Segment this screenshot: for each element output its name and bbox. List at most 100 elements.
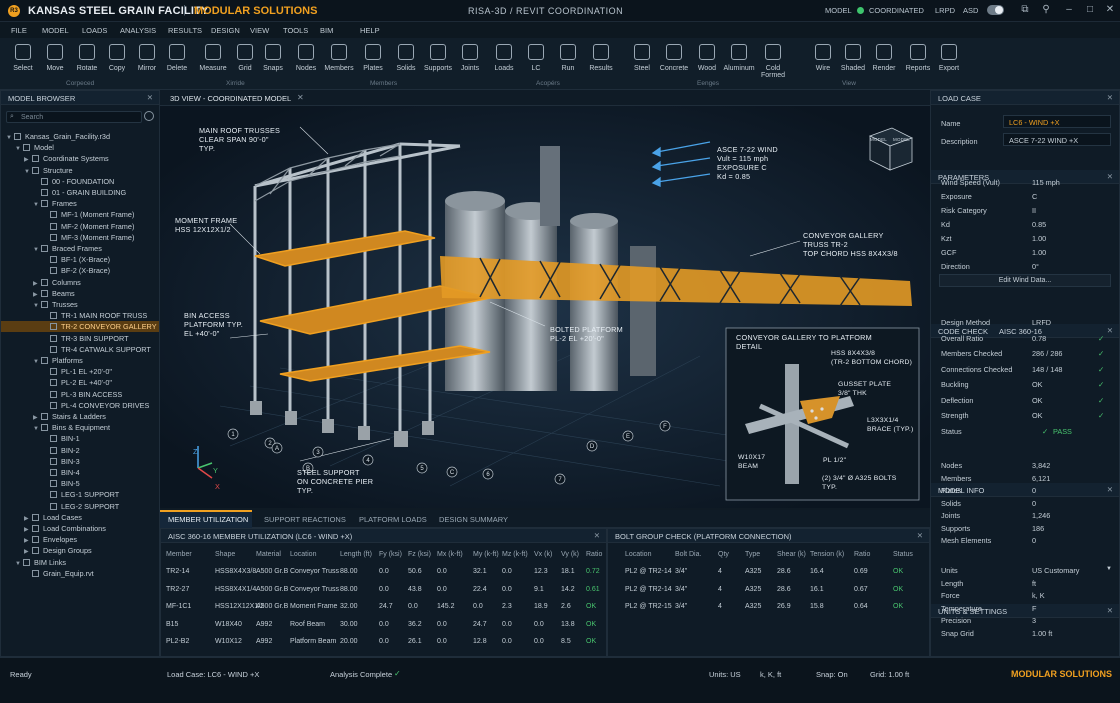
table-row[interactable]: TR2-27 HSS8X4X1/4 A500 Gr.B Conveyor Truss 8… [161,586,606,600]
tree-item[interactable]: BIN-3 [1,456,159,467]
status-grid[interactable]: Grid: 1.00 ft [870,670,909,679]
tree-item[interactable]: ▼ Platforms [1,355,159,366]
tab-platform-loads[interactable]: PLATFORM LOADS [359,515,427,524]
load-case-name-field[interactable]: LC6 - WIND +X [1003,115,1111,128]
close-icon[interactable]: ✕ [1107,485,1113,494]
tool-plates-button[interactable]: Plates [356,44,390,72]
tree-item[interactable]: ▶ Beams [1,288,159,299]
tree-item[interactable]: PL-1 EL +20'-0" [1,366,159,377]
tool-delete-button[interactable]: Delete [160,44,194,72]
table-row[interactable]: PL2 @ TR2-14 3/4" 4 A325 28.6 16.1 0.67 OK [608,586,929,600]
tool-cold-formed-button[interactable]: Cold Formed [756,44,790,79]
tree-item[interactable]: MF-2 (Moment Frame) [1,221,159,232]
load-case-description-field[interactable]: ASCE 7-22 WIND +X [1003,133,1111,146]
close-icon[interactable]: ✕ [147,93,153,102]
tree-item[interactable]: ▼ Braced Frames [1,243,159,254]
tree-item[interactable]: PL-3 BIN ACCESS [1,389,159,400]
tool-measure-button[interactable]: Measure [196,44,230,72]
tree-item[interactable]: BIN-1 [1,433,159,444]
tool-wire-button[interactable]: Wire [806,44,840,72]
tool-loads-button[interactable]: Loads [487,44,521,72]
tree-item[interactable]: ▼ Trusses [1,299,159,310]
tree-item[interactable]: ▼ Model [1,142,159,153]
tree-item[interactable]: ▶ Stairs & Ladders [1,411,159,422]
design-method-toggle[interactable] [987,5,1004,15]
tree-item[interactable]: Grain_Equip.rvt [1,568,159,579]
tree-item[interactable]: BF-2 (X-Brace) [1,265,159,276]
tool-run-button[interactable]: Run [551,44,585,72]
tree-item[interactable]: TR-1 MAIN ROOF TRUSS [1,310,159,321]
tree-item[interactable]: TR-2 CONVEYOR GALLERY [1,321,159,333]
table-row[interactable]: PL2 @ TR2-14 3/4" 4 A325 28.6 16.4 0.69 OK [608,568,929,582]
tool-joints-button[interactable]: Joints [453,44,487,72]
edit-wind-data-button[interactable]: Edit Wind Data... [939,274,1111,287]
tab-design-summary[interactable]: DESIGN SUMMARY [439,515,508,524]
menu-model[interactable]: MODEL [42,26,69,35]
tool-reports-button[interactable]: Reports [901,44,935,72]
tool-steel-button[interactable]: Steel [625,44,659,72]
menu-design[interactable]: DESIGN [211,26,240,35]
tree-item[interactable]: ▼ Structure [1,165,159,176]
menu-help[interactable]: HELP [360,26,380,35]
tree-item[interactable]: LEG-1 SUPPORT [1,489,159,500]
table-row[interactable]: TR2-14 HSS8X4X3/8 A500 Gr.B Conveyor Truss 8… [161,568,606,582]
tool-wood-button[interactable]: Wood [690,44,724,72]
tree-item[interactable]: LEG-2 SUPPORT [1,501,159,512]
close-icon[interactable]: ✕ [1104,4,1116,16]
close-icon[interactable]: ✕ [1107,606,1113,615]
tree-item[interactable]: 00 - FOUNDATION [1,176,159,187]
tree-item[interactable]: PL-2 EL +40'-0" [1,377,159,388]
menu-loads[interactable]: LOADS [82,26,107,35]
filter-icon[interactable] [144,111,154,121]
tree-item[interactable]: BIN-2 [1,445,159,456]
tree-item[interactable]: BIN-4 [1,467,159,478]
tree-item[interactable]: TR-4 CATWALK SUPPORT [1,344,159,355]
tool-shaded-button[interactable]: Shaded [836,44,870,72]
tree-item[interactable]: ▼ Frames [1,198,159,209]
minimize-icon[interactable]: – [1063,4,1075,16]
close-icon[interactable]: ✕ [917,531,923,540]
tool-move-button[interactable]: Move [38,44,72,72]
tab-member-utilization[interactable]: MEMBER UTILIZATION [168,515,248,524]
tool-supports-button[interactable]: Supports [421,44,455,72]
link-icon[interactable]: ⚲ [1040,4,1052,16]
table-row[interactable]: PL2-B2 W10X12 A992 Platform Beam 20.00 0.0 26.… [161,638,606,652]
tree-item[interactable]: MF-1 (Moment Frame) [1,209,159,220]
tool-members-button[interactable]: Members [322,44,356,72]
tree-item[interactable]: ▼ Kansas_Grain_Facility.r3d [1,131,159,142]
tool-snaps-button[interactable]: Snaps [256,44,290,72]
tool-rotate-button[interactable]: Rotate [70,44,104,72]
menu-analysis[interactable]: ANALYSIS [120,26,156,35]
maximize-icon[interactable]: □ [1084,4,1096,16]
tree-item[interactable]: MF-3 (Moment Frame) [1,232,159,243]
table-row[interactable]: MF-1C1 HSS12X12X1/2 A500 Gr.B Moment Frame 3… [161,603,606,617]
table-row[interactable]: B15 W18X40 A992 Roof Beam 30.00 0.0 36.2 0.0 24.… [161,621,606,635]
close-icon[interactable]: ✕ [1107,172,1113,181]
tool-lc-button[interactable]: LC [519,44,553,72]
tool-copy-button[interactable]: Copy [100,44,134,72]
tree-item[interactable]: TR-3 BIN SUPPORT [1,333,159,344]
menu-tools[interactable]: TOOLS [283,26,308,35]
tree-item[interactable]: ▶ Envelopes [1,534,159,545]
tool-concrete-button[interactable]: Concrete [657,44,691,72]
asd-label[interactable]: ASD [963,6,978,15]
tree-item[interactable]: ▼ BIM Links [1,557,159,568]
close-icon[interactable]: ✕ [1107,93,1113,102]
chevron-down-icon[interactable]: ▼ [1106,566,1112,572]
tree-item[interactable]: 01 - GRAIN BUILDING [1,187,159,198]
search-input[interactable]: ⌕ Search [6,111,142,123]
tool-mirror-button[interactable]: Mirror [130,44,164,72]
close-icon[interactable]: ✕ [1107,326,1113,335]
menu-view[interactable]: VIEW [250,26,269,35]
tab-3d-view[interactable]: 3D VIEW - COORDINATED MODEL [170,94,291,103]
menu-bim[interactable]: BIM [320,26,333,35]
tool-render-button[interactable]: Render [867,44,901,72]
status-snap[interactable]: Snap: On [816,670,848,679]
tool-nodes-button[interactable]: Nodes [289,44,323,72]
tree-item[interactable]: ▶ Load Cases [1,512,159,523]
tree-item[interactable]: BIN-5 [1,478,159,489]
tab-support-reactions[interactable]: SUPPORT REACTIONS [264,515,346,524]
close-icon[interactable]: ✕ [594,531,600,540]
menu-results[interactable]: RESULTS [168,26,202,35]
menu-file[interactable]: FILE [11,26,27,35]
